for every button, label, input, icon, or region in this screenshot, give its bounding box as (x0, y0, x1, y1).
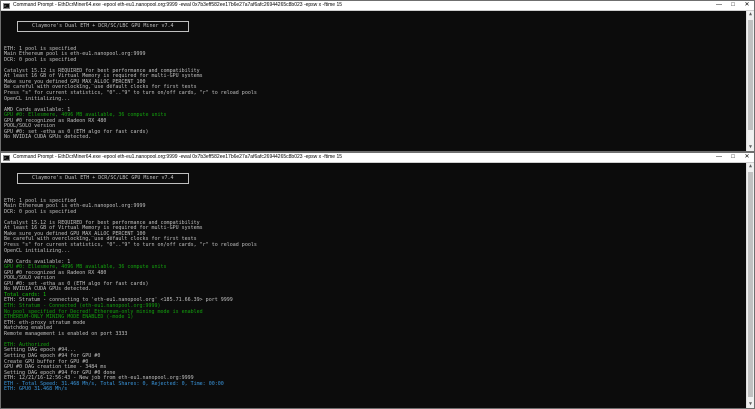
vertical-scrollbar[interactable]: ▲ ▼ (746, 11, 754, 151)
scroll-up-arrow-icon[interactable]: ▲ (747, 163, 754, 170)
maximize-button[interactable]: □ (726, 1, 740, 10)
minimize-button[interactable]: — (712, 1, 726, 10)
vertical-scrollbar[interactable]: ▲ ▼ (746, 163, 754, 408)
cmd-icon: >_ (3, 2, 10, 9)
title-bar[interactable]: >_ Command Prompt - EthDcrMiner64.exe -e… (1, 1, 754, 11)
console-line: ETH: GPU0 31.468 Mh/s (4, 386, 68, 393)
scroll-thumb[interactable] (748, 172, 753, 397)
scroll-down-arrow-icon[interactable]: ▼ (747, 401, 754, 408)
scroll-thumb[interactable] (748, 20, 753, 130)
console-line: No NVIDIA CUDA GPUs detected. (4, 134, 92, 141)
console-output[interactable]: Claymore's Dual ETH + DCR/SC/LBC GPU Min… (1, 11, 746, 151)
console-lines: ETH: 1 pool is specified Main Ethereum po… (4, 193, 746, 393)
miner-banner: Claymore's Dual ETH + DCR/SC/LBC GPU Min… (17, 172, 189, 184)
window-title: Command Prompt - EthDcrMiner64.exe -epoo… (13, 2, 343, 8)
title-bar[interactable]: >_ Command Prompt - EthDcrMiner64.exe -e… (1, 153, 754, 163)
cmd-icon: >_ (3, 154, 10, 161)
console-output[interactable]: Claymore's Dual ETH + DCR/SC/LBC GPU Min… (1, 163, 746, 408)
minimize-button[interactable]: — (712, 153, 726, 162)
miner-banner: Claymore's Dual ETH + DCR/SC/LBC GPU Min… (17, 20, 189, 32)
command-prompt-window-2[interactable]: >_ Command Prompt - EthDcrMiner64.exe -e… (0, 152, 755, 409)
command-prompt-window-1[interactable]: >_ Command Prompt - EthDcrMiner64.exe -e… (0, 0, 755, 152)
scroll-up-arrow-icon[interactable]: ▲ (747, 11, 754, 18)
console-lines: ETH: 1 pool is specified Main Ethereum po… (4, 41, 746, 141)
scroll-down-arrow-icon[interactable]: ▼ (747, 144, 754, 151)
close-button[interactable]: ✕ (740, 153, 754, 162)
maximize-button[interactable]: □ (726, 153, 740, 162)
window-title: Command Prompt - EthDcrMiner64.exe -epoo… (13, 154, 343, 160)
close-button[interactable]: ✕ (740, 1, 754, 10)
